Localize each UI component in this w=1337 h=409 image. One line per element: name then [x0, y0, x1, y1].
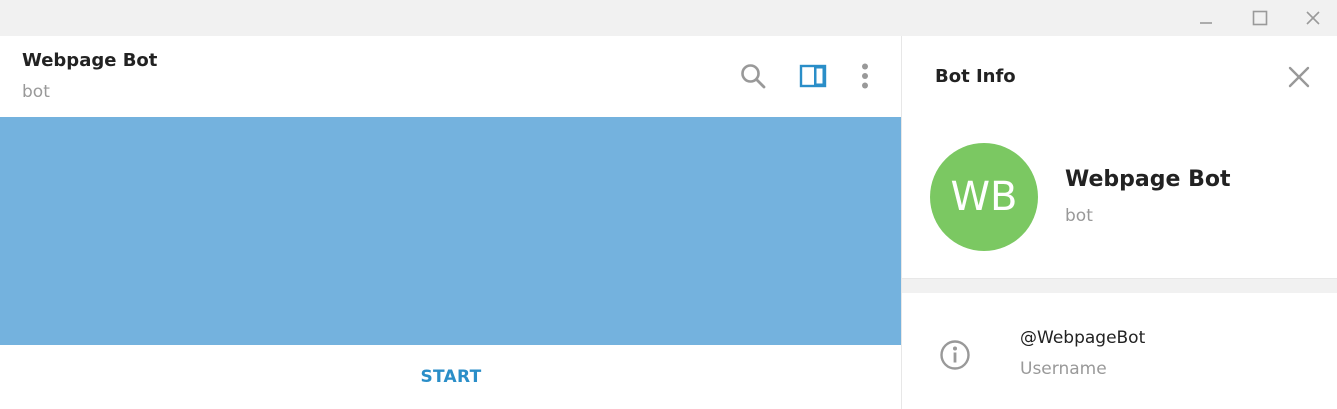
chat-messages-area [0, 117, 902, 345]
search-icon [741, 64, 766, 89]
window-close-button[interactable] [1286, 0, 1337, 36]
bot-username[interactable]: @WebpageBot [1020, 328, 1145, 348]
toggle-info-panel-button[interactable] [795, 58, 831, 94]
chat-footer: START [0, 345, 902, 409]
close-icon [1306, 11, 1320, 25]
window-titlebar [0, 0, 1337, 36]
profile-name: Webpage Bot [1065, 167, 1231, 192]
close-info-panel-button[interactable] [1282, 60, 1316, 94]
bot-info-panel: Bot Info WB Webpage Bot bot @WebpageBot … [902, 36, 1337, 409]
section-separator [902, 278, 1337, 293]
search-button[interactable] [735, 58, 771, 94]
close-icon [1288, 66, 1310, 88]
sidebar-panel-icon [799, 64, 827, 88]
info-icon [940, 340, 970, 370]
info-icon-wrapper [938, 338, 972, 372]
profile-status: bot [1065, 206, 1093, 226]
start-button[interactable]: START [420, 367, 481, 387]
minimize-button[interactable] [1179, 0, 1233, 36]
maximize-button[interactable] [1233, 0, 1287, 36]
chat-status: bot [22, 82, 50, 102]
more-vertical-icon [862, 63, 868, 89]
more-options-button[interactable] [847, 58, 883, 94]
avatar[interactable]: WB [930, 143, 1038, 251]
minimize-icon [1200, 22, 1212, 24]
bot-info-title: Bot Info [935, 66, 1016, 87]
chat-panel: Webpage Bot bot START [0, 36, 902, 409]
maximize-icon [1252, 10, 1268, 26]
chat-title[interactable]: Webpage Bot [22, 50, 157, 71]
chat-header[interactable]: Webpage Bot bot [0, 36, 902, 117]
bot-username-label: Username [1020, 359, 1107, 379]
